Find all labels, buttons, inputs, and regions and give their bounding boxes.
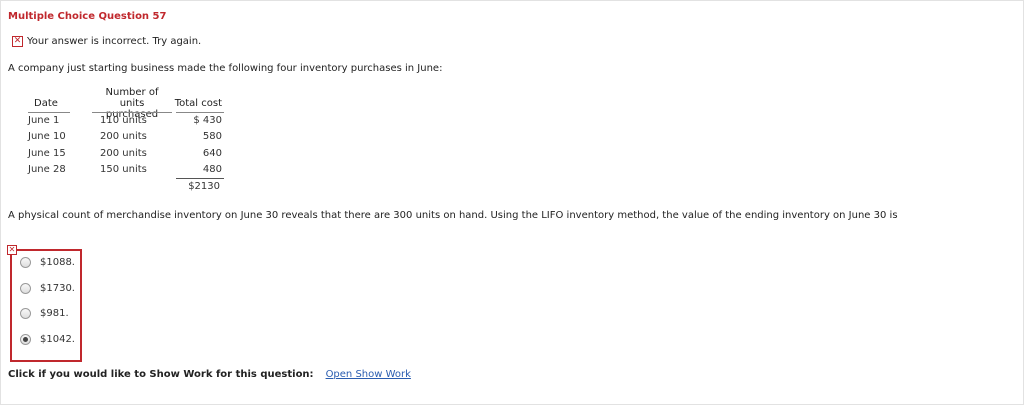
header-date: Date <box>34 98 58 109</box>
row-units: 150 units <box>100 164 147 175</box>
row-cost: 580 <box>202 131 222 142</box>
table-row: June 15 200 units 640 <box>28 148 224 162</box>
total-cost: $2130 <box>188 181 220 192</box>
show-work-label: Click if you would like to Show Work for… <box>8 369 314 380</box>
purchases-table: Date Number of units purchased Total cos… <box>28 86 224 196</box>
header-units-line1: Number of units <box>105 87 159 109</box>
row-units: 200 units <box>100 131 147 142</box>
option-label: $1042. <box>40 334 75 345</box>
row-units: 110 units <box>100 115 147 126</box>
open-show-work-link[interactable]: Open Show Work <box>326 369 411 380</box>
radio-button[interactable] <box>20 257 31 268</box>
row-cost: $ 430 <box>193 115 222 126</box>
radio-button-selected[interactable] <box>20 334 31 345</box>
question-title: Multiple Choice Question 57 <box>8 11 167 22</box>
incorrect-x-icon: ✕ <box>7 245 17 255</box>
question-prompt: A company just starting business made th… <box>8 63 443 74</box>
row-cost: 480 <box>202 164 222 175</box>
row-date: June 15 <box>28 148 66 159</box>
option-label: $1730. <box>40 283 75 294</box>
option-label: $981. <box>40 308 69 319</box>
option-4[interactable]: $1042. <box>20 334 75 345</box>
feedback-message: ✕ Your answer is incorrect. Try again. <box>12 36 201 47</box>
header-underline-units <box>92 112 172 113</box>
row-date: June 28 <box>28 164 66 175</box>
header-cost: Total cost <box>174 98 222 109</box>
header-underline-date <box>28 112 70 113</box>
incorrect-x-icon: ✕ <box>12 36 23 47</box>
radio-button[interactable] <box>20 283 31 294</box>
feedback-text: Your answer is incorrect. Try again. <box>27 36 202 47</box>
row-date: June 10 <box>28 131 66 142</box>
radio-button[interactable] <box>20 308 31 319</box>
row-date: June 1 <box>28 115 60 126</box>
answer-options: $1088. $1730. $981. $1042. <box>10 249 82 362</box>
option-1[interactable]: $1088. <box>20 257 75 268</box>
show-work-row: Click if you would like to Show Work for… <box>8 369 411 380</box>
row-cost: 640 <box>202 148 222 159</box>
question-frame <box>0 0 1024 405</box>
row-units: 200 units <box>100 148 147 159</box>
total-underline <box>176 178 224 179</box>
table-row: June 1 110 units $ 430 <box>28 115 224 129</box>
header-underline-cost <box>176 112 224 113</box>
option-2[interactable]: $1730. <box>20 283 75 294</box>
table-row: June 10 200 units 580 <box>28 131 224 145</box>
question-followup: A physical count of merchandise inventor… <box>8 210 898 221</box>
option-3[interactable]: $981. <box>20 308 69 319</box>
option-label: $1088. <box>40 257 75 268</box>
table-row: June 28 150 units 480 <box>28 164 224 178</box>
